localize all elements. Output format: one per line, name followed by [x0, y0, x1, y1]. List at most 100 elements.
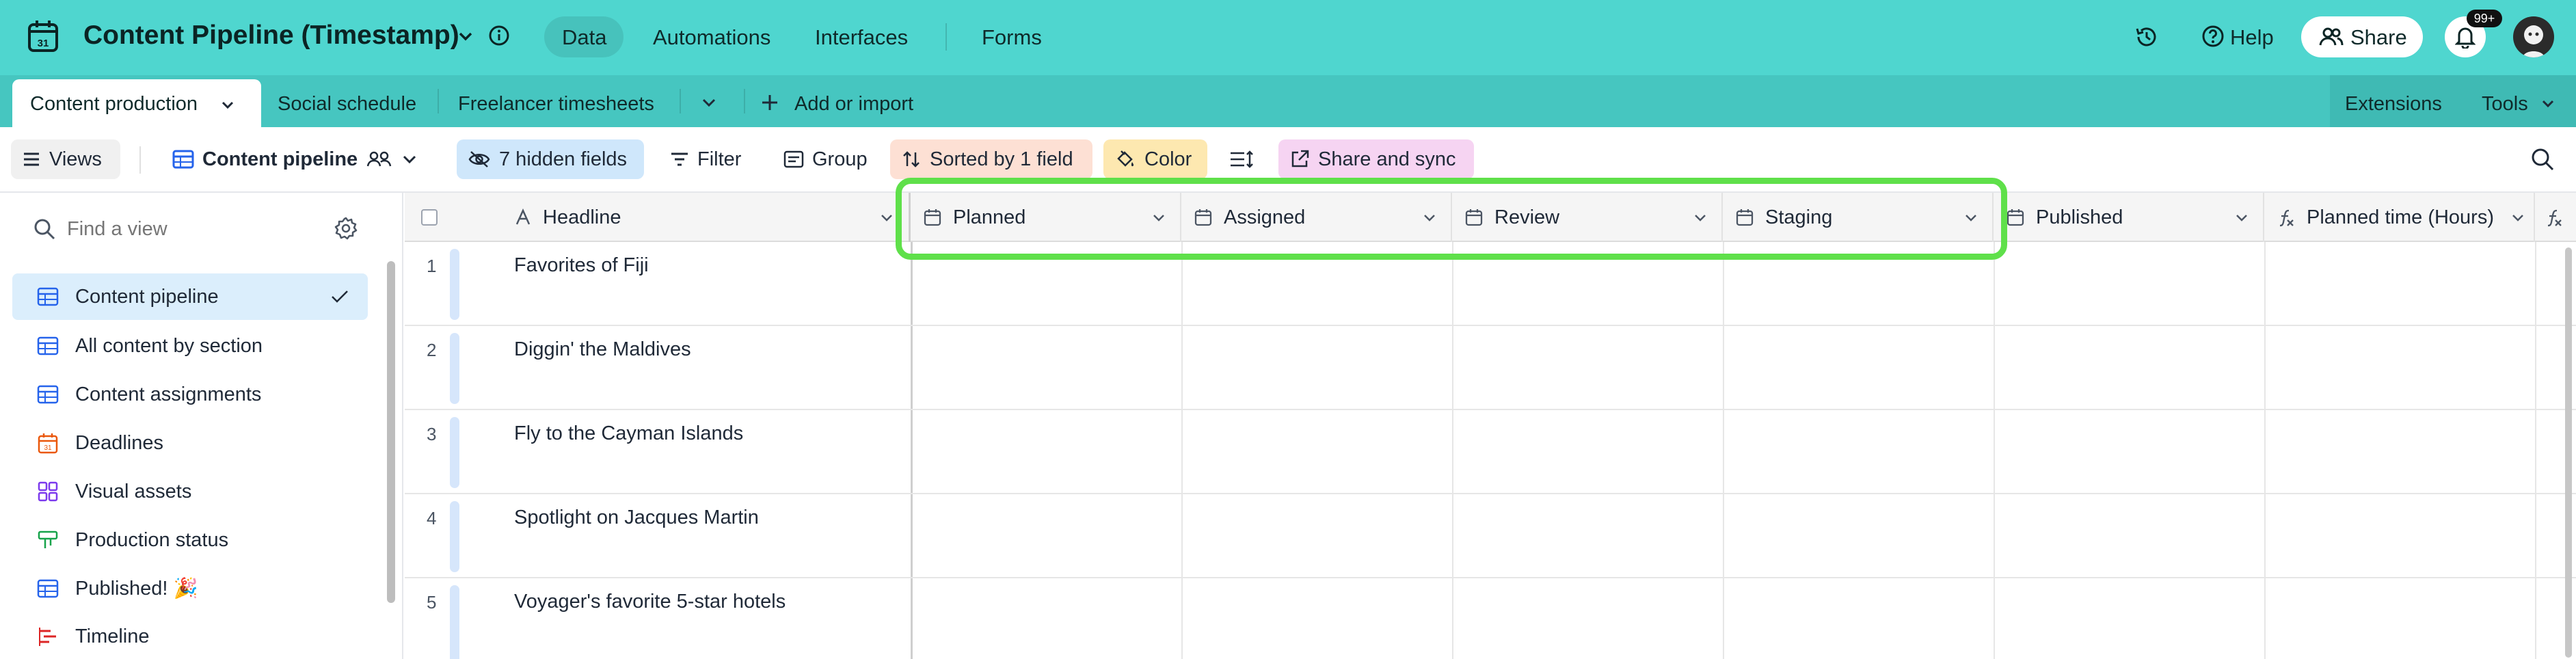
- table-row[interactable]: 2 Diggin' the Maldives: [405, 326, 2576, 410]
- filter-button[interactable]: Filter: [659, 139, 762, 179]
- chevron-down-icon: [2512, 215, 2523, 221]
- svg-text:31: 31: [38, 38, 49, 49]
- share-button[interactable]: Share: [2301, 16, 2423, 57]
- hidden-fields-button[interactable]: 7 hidden fields: [457, 139, 644, 179]
- user-avatar[interactable]: [2513, 16, 2554, 57]
- grid-scrollbar[interactable]: [2565, 247, 2572, 658]
- search-icon[interactable]: [2530, 146, 2555, 172]
- column-header-published[interactable]: Published: [1994, 193, 2264, 242]
- views-button[interactable]: Views: [11, 139, 120, 179]
- timeline-icon: [39, 628, 56, 646]
- sidebar-item-content-assignments[interactable]: Content assignments: [12, 371, 368, 418]
- base-calendar-icon[interactable]: 31: [27, 19, 59, 53]
- table-row[interactable]: 5 Voyager's favorite 5-star hotels: [405, 578, 2576, 659]
- nav-data-label: Data: [562, 25, 607, 49]
- menu-icon: [24, 152, 39, 166]
- share-and-sync-label: Share and sync: [1318, 148, 1456, 170]
- table-row[interactable]: 4 Spotlight on Jacques Martin: [405, 494, 2576, 578]
- tab-content-production-label: Content production: [30, 93, 198, 115]
- sidebar-item-label: Content assignments: [75, 383, 262, 405]
- current-view-button[interactable]: Content pipeline: [161, 139, 435, 179]
- sidebar-item-content-pipeline[interactable]: Content pipeline: [12, 273, 368, 320]
- group-button[interactable]: Group: [773, 139, 881, 179]
- row-number: 5: [427, 592, 437, 613]
- grid-icon: [37, 336, 59, 355]
- base-title[interactable]: Content Pipeline (Timestamp): [83, 21, 459, 51]
- column-header-headline[interactable]: Headline: [405, 193, 911, 242]
- column-header-planned-time[interactable]: Planned time (Hours): [2264, 193, 2535, 242]
- date-columns-highlight: [896, 178, 2007, 260]
- data-grid: Headline Planned Assigned Review Staging…: [405, 178, 2576, 659]
- group-icon: [783, 150, 804, 168]
- chevron-down-icon[interactable]: [457, 27, 474, 45]
- find-view-input[interactable]: [66, 212, 312, 246]
- extensions-button[interactable]: Extensions: [2345, 93, 2442, 116]
- formula-icon: [2547, 209, 2562, 227]
- plus-icon[interactable]: [760, 93, 779, 112]
- bell-icon: [2454, 25, 2476, 50]
- column-label: Published: [2036, 206, 2123, 228]
- help-button[interactable]: Help: [2230, 25, 2274, 50]
- row-number: 2: [427, 340, 437, 360]
- calendar-icon: 31: [38, 433, 58, 454]
- current-view-label: Content pipeline: [202, 148, 358, 170]
- sidebar-scrollbar[interactable]: [387, 261, 395, 603]
- add-or-import-button[interactable]: Add or import: [794, 93, 913, 116]
- sidebar-item-deadlines[interactable]: 31 Deadlines: [12, 420, 368, 466]
- sidebar-item-all-content-by-section[interactable]: All content by section: [12, 323, 368, 369]
- headline-cell[interactable]: Favorites of Fiji: [514, 254, 649, 277]
- formula-icon: [2279, 209, 2294, 227]
- nav-interfaces[interactable]: Interfaces: [815, 25, 908, 50]
- headline-cell[interactable]: Voyager's favorite 5-star hotels: [514, 591, 786, 613]
- grid-icon: [37, 385, 59, 404]
- gallery-icon: [38, 481, 58, 502]
- sidebar-item-visual-assets[interactable]: Visual assets: [12, 468, 368, 515]
- nav-data[interactable]: Data: [544, 16, 623, 57]
- notification-badge: 99+: [2467, 10, 2502, 27]
- headline-cell[interactable]: Fly to the Cayman Islands: [514, 422, 743, 445]
- sidebar-item-timeline[interactable]: Timeline: [12, 614, 368, 659]
- column-header-next-formula[interactable]: [2535, 193, 2576, 242]
- sidebar-item-published[interactable]: Published! 🎉: [12, 565, 368, 612]
- svg-text:31: 31: [44, 444, 52, 452]
- row-color-bar: [450, 249, 459, 320]
- sidebar-item-label: Timeline: [75, 625, 150, 647]
- tab-freelancer-timesheets[interactable]: Freelancer timesheets: [458, 93, 654, 116]
- history-icon[interactable]: [2134, 25, 2159, 49]
- more-tables-chevron-icon[interactable]: [700, 94, 718, 111]
- tab-social-schedule[interactable]: Social schedule: [278, 93, 416, 116]
- hidden-fields-label: 7 hidden fields: [499, 148, 628, 170]
- sidebar-item-label: Content pipeline: [75, 285, 219, 308]
- grid-icon: [37, 287, 59, 306]
- headline-cell[interactable]: Diggin' the Maldives: [514, 338, 691, 361]
- color-label: Color: [1144, 148, 1192, 170]
- chevron-down-icon: [2236, 215, 2247, 221]
- sort-label: Sorted by 1 field: [930, 148, 1073, 170]
- nav-divider: [945, 23, 947, 51]
- headline-cell[interactable]: Spotlight on Jacques Martin: [514, 507, 759, 529]
- nav-forms[interactable]: Forms: [982, 25, 1042, 50]
- share-label: Share: [2350, 25, 2407, 49]
- sort-button[interactable]: Sorted by 1 field: [890, 139, 1092, 179]
- chevron-down-icon: [220, 97, 235, 112]
- sidebar-item-label: Deadlines: [75, 431, 163, 454]
- info-icon[interactable]: [488, 25, 510, 46]
- share-and-sync-button[interactable]: Share and sync: [1278, 139, 1474, 179]
- tab-divider: [680, 89, 681, 113]
- chevron-down-icon: [403, 155, 416, 164]
- sort-icon: [903, 151, 920, 167]
- sidebar-item-label: Visual assets: [75, 480, 192, 502]
- tab-content-production[interactable]: Content production: [12, 79, 261, 127]
- toolbar-divider: [139, 146, 141, 174]
- chevron-down-icon[interactable]: [2540, 96, 2555, 111]
- tools-button[interactable]: Tools: [2482, 93, 2528, 116]
- row-height-button[interactable]: [1218, 139, 1266, 179]
- nav-automations[interactable]: Automations: [653, 25, 770, 50]
- table-row[interactable]: 3 Fly to the Cayman Islands: [405, 410, 2576, 494]
- help-icon[interactable]: [2201, 25, 2225, 48]
- gear-icon[interactable]: [334, 216, 358, 241]
- column-label: Headline: [543, 206, 621, 228]
- views-label: Views: [49, 148, 102, 170]
- sidebar-item-production-status[interactable]: Production status: [12, 517, 368, 563]
- color-button[interactable]: Color: [1103, 139, 1207, 179]
